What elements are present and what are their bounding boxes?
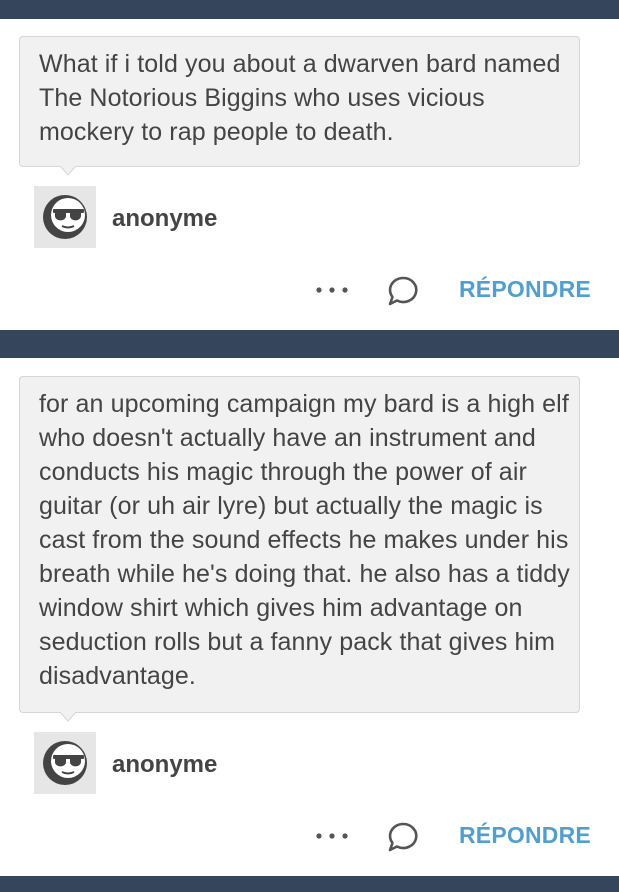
bubble-tail xyxy=(60,712,76,722)
avatar[interactable] xyxy=(34,186,96,248)
reply-button[interactable]: RÉPONDRE xyxy=(459,276,591,303)
speech-bubble-icon[interactable] xyxy=(386,274,420,308)
anonymous-sunglasses-avatar-icon xyxy=(43,195,87,239)
speech-bubble-icon[interactable] xyxy=(386,820,420,854)
question-bubble: What if i told you about a dwarven bard … xyxy=(19,36,580,167)
question-bubble: for an upcoming campaign my bard is a hi… xyxy=(19,376,580,713)
post-actions: RÉPONDRE xyxy=(0,270,619,310)
post-actions: RÉPONDRE xyxy=(0,816,619,856)
more-dots-icon[interactable] xyxy=(314,282,350,298)
more-dots-icon[interactable] xyxy=(314,828,350,844)
post-divider-bar xyxy=(0,330,619,358)
asker-name[interactable]: anonyme xyxy=(112,751,217,779)
question-text: for an upcoming campaign my bard is a hi… xyxy=(39,390,570,690)
question-text: What if i told you about a dwarven bard … xyxy=(39,50,561,146)
ask-post: for an upcoming campaign my bard is a hi… xyxy=(0,358,619,876)
reply-button[interactable]: RÉPONDRE xyxy=(459,822,591,849)
avatar[interactable] xyxy=(34,732,96,794)
bubble-tail xyxy=(60,166,76,176)
ask-post: What if i told you about a dwarven bard … xyxy=(0,0,619,330)
bottom-divider-bar xyxy=(0,876,619,892)
asker-name[interactable]: anonyme xyxy=(112,205,217,233)
anonymous-sunglasses-avatar-icon xyxy=(43,741,87,785)
